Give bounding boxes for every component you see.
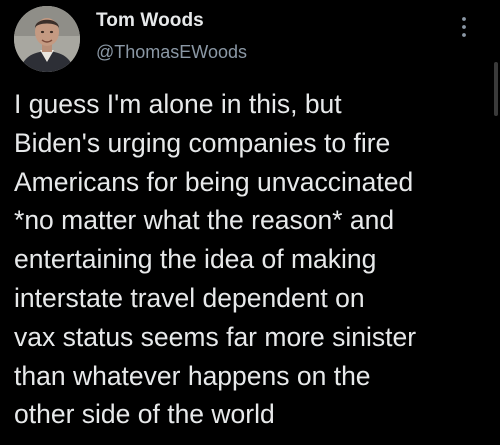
tweet-header: Tom Woods @ThomasEWoods: [96, 8, 247, 64]
tweet: Tom Woods @ThomasEWoods I guess I'm alon…: [0, 0, 500, 445]
more-options-button[interactable]: [458, 14, 470, 40]
more-vertical-icon: [462, 17, 466, 37]
author-display-name[interactable]: Tom Woods: [96, 8, 247, 34]
tweet-text: I guess I'm alone in this, but Biden's u…: [14, 89, 417, 430]
avatar[interactable]: [14, 6, 80, 72]
profile-photo-icon: [14, 6, 80, 72]
author-handle[interactable]: @ThomasEWoods: [96, 40, 247, 64]
